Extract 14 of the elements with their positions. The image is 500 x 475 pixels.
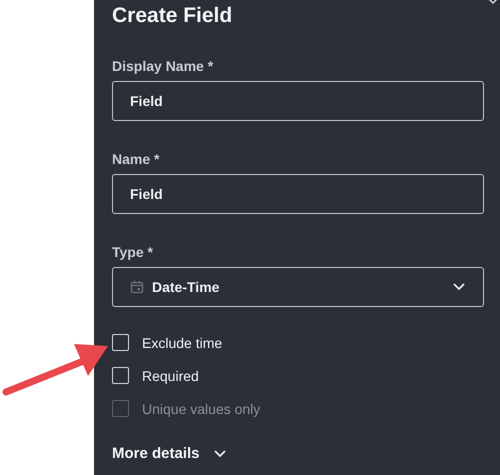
panel-title: Create Field bbox=[112, 4, 234, 28]
text-field[interactable]: Field bbox=[112, 174, 484, 214]
more-details-toggle[interactable]: More details bbox=[112, 445, 226, 462]
field-label: Type * bbox=[112, 244, 154, 260]
calendar-icon bbox=[130, 280, 144, 294]
field-label: Display Name * bbox=[112, 58, 214, 74]
dropdown-value: Date-Time bbox=[152, 279, 220, 295]
field-label: Name * bbox=[112, 151, 160, 167]
type-dropdown[interactable]: Date-Time bbox=[112, 267, 484, 307]
checkbox-option[interactable]: Exclude time bbox=[112, 334, 222, 351]
text-field[interactable]: Field bbox=[112, 81, 484, 121]
chevron-down-icon bbox=[453, 283, 465, 291]
chevron-down-icon bbox=[214, 450, 226, 458]
checkbox-option[interactable]: Required bbox=[112, 367, 199, 384]
